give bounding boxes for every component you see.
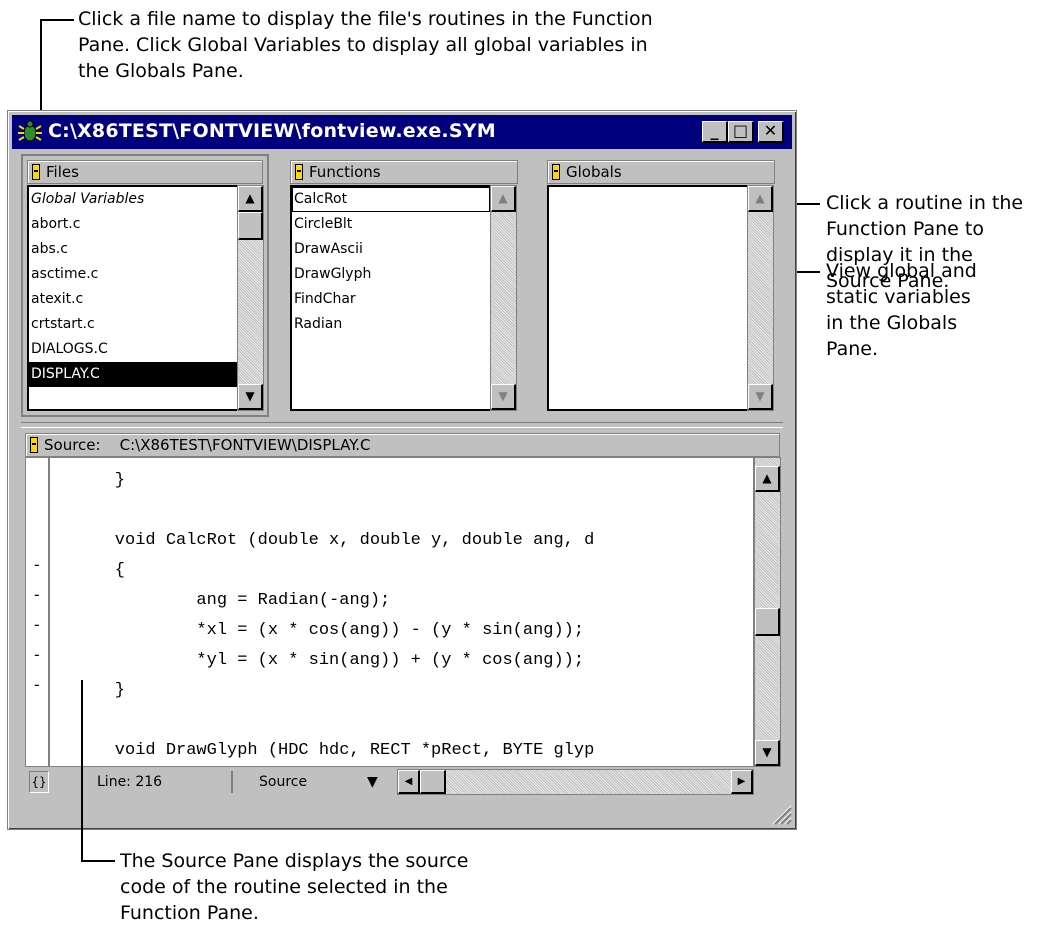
file-item[interactable]: Global Variables: [29, 187, 237, 212]
scroll-up-icon[interactable]: ▲: [238, 186, 263, 212]
files-header-label: Files: [46, 163, 79, 181]
files-list: Global Variables abort.c abs.c asctime.c…: [27, 185, 237, 411]
scroll-down-icon[interactable]: ▼: [755, 740, 780, 766]
scroll-down-icon[interactable]: ▼: [491, 384, 516, 410]
scroll-down-icon[interactable]: ▼: [748, 384, 773, 410]
function-item-focused[interactable]: CalcRot: [292, 187, 490, 212]
scroll-thumb[interactable]: [238, 212, 263, 240]
pane-marker-icon: [32, 164, 40, 180]
functions-scrollbar[interactable]: ▲ ▼: [490, 185, 517, 411]
close-button[interactable]: ✕: [758, 121, 784, 143]
file-item[interactable]: atexit.c: [29, 287, 237, 312]
files-pane: Files Global Variables abort.c abs.c asc…: [21, 154, 269, 417]
functions-pane-header[interactable]: Functions: [290, 160, 518, 184]
callout-line-bottom-h: [81, 860, 115, 862]
pane-marker-icon: [552, 164, 560, 180]
functions-list: CalcRot CircleBlt DrawAscii DrawGlyph Fi…: [290, 185, 490, 411]
scroll-down-icon[interactable]: ▼: [238, 384, 263, 410]
annotation-top: Click a file name to display the file's …: [78, 8, 653, 82]
callout-line-top-h: [40, 19, 74, 21]
status-bar: {} Line: 216 Source ▼ ◀ ▶: [25, 769, 754, 795]
globals-header-label: Globals: [566, 163, 622, 181]
title-bar[interactable]: C:\X86TEST\FONTVIEW\fontview.exe.SYM _ □…: [12, 115, 792, 149]
scroll-right-icon[interactable]: ▶: [731, 770, 753, 794]
pane-marker-icon: [30, 437, 38, 453]
maximize-button[interactable]: □: [728, 121, 754, 143]
code-line: {: [74, 561, 126, 580]
code-line: }: [74, 471, 126, 490]
function-item[interactable]: DrawAscii: [292, 237, 490, 262]
status-divider: [231, 771, 233, 793]
source-pane-header[interactable]: Source: C:\X86TEST\FONTVIEW\DISPLAY.C: [25, 433, 780, 457]
source-pane: Source: C:\X86TEST\FONTVIEW\DISPLAY.C - …: [25, 433, 787, 815]
symbol-window: C:\X86TEST\FONTVIEW\fontview.exe.SYM _ □…: [7, 110, 797, 830]
braces-icon[interactable]: {}: [29, 771, 49, 793]
breakpoint-marker[interactable]: -: [32, 645, 42, 664]
pane-splitter[interactable]: [21, 422, 783, 428]
file-item[interactable]: abort.c: [29, 212, 237, 237]
globals-scrollbar[interactable]: ▲ ▼: [747, 185, 774, 411]
code-line: void DrawGlyph (HDC hdc, RECT *pRect, BY…: [74, 741, 595, 760]
globals-list: [547, 185, 747, 411]
files-pane-header[interactable]: Files: [27, 160, 263, 184]
scroll-thumb[interactable]: [755, 608, 780, 636]
function-item[interactable]: DrawGlyph: [292, 262, 490, 287]
scroll-up-icon[interactable]: ▲: [491, 186, 516, 212]
file-item[interactable]: abs.c: [29, 237, 237, 262]
view-mode-value: Source: [259, 774, 308, 790]
scroll-up-icon[interactable]: ▲: [755, 466, 780, 492]
annotation-source-pane: The Source Pane displays the source code…: [120, 850, 469, 924]
pane-marker-icon: [295, 164, 303, 180]
source-vscrollbar[interactable]: ▲ ▼: [754, 457, 781, 767]
file-item[interactable]: asctime.c: [29, 262, 237, 287]
functions-pane: Functions CalcRot CircleBlt DrawAscii Dr…: [286, 156, 522, 416]
code-line: *yl = (x * sin(ang)) + (y * cos(ang));: [74, 651, 585, 670]
globals-pane: Globals ▲ ▼: [543, 156, 783, 416]
function-item[interactable]: CircleBlt: [292, 212, 490, 237]
breakpoint-marker[interactable]: -: [32, 585, 42, 604]
scroll-up-icon[interactable]: ▲: [748, 186, 773, 212]
annotation-globals-pane: View global and static variables in the …: [826, 260, 977, 360]
line-number: Line: 216: [97, 774, 163, 790]
file-item-selected[interactable]: DISPLAY.C: [29, 362, 237, 387]
file-item[interactable]: DIALOGS.C: [29, 337, 237, 362]
source-hscrollbar[interactable]: ◀ ▶: [397, 769, 754, 795]
dropdown-arrow-icon[interactable]: ▼: [367, 770, 378, 794]
files-scrollbar[interactable]: ▲ ▼: [237, 185, 264, 411]
function-item[interactable]: Radian: [292, 312, 490, 337]
breakpoint-marker[interactable]: -: [32, 675, 42, 694]
function-item[interactable]: FindChar: [292, 287, 490, 312]
view-mode-select[interactable]: Source ▼: [239, 770, 405, 794]
callout-line-bottom-v: [81, 680, 83, 862]
file-item[interactable]: crtstart.c: [29, 312, 237, 337]
source-code-area[interactable]: - - - - - } void CalcRot (double x, doub…: [25, 457, 754, 767]
functions-header-label: Functions: [309, 163, 381, 181]
source-header-label: Source: C:\X86TEST\FONTVIEW\DISPLAY.C: [44, 436, 371, 454]
resize-grip-icon[interactable]: [770, 803, 792, 825]
code-line: *xl = (x * cos(ang)) - (y * sin(ang));: [74, 621, 585, 640]
bug-icon: [18, 119, 42, 145]
window-title: C:\X86TEST\FONTVIEW\fontview.exe.SYM: [48, 120, 496, 142]
scroll-thumb[interactable]: [420, 770, 446, 794]
gutter-divider: [48, 458, 50, 766]
globals-pane-header[interactable]: Globals: [547, 160, 775, 184]
code-line: ang = Radian(-ang);: [74, 591, 391, 610]
scroll-left-icon[interactable]: ◀: [398, 770, 420, 794]
breakpoint-marker[interactable]: -: [32, 555, 42, 574]
code-line: void CalcRot (double x, double y, double…: [74, 531, 595, 550]
minimize-button[interactable]: _: [702, 121, 728, 143]
breakpoint-marker[interactable]: -: [32, 615, 42, 634]
